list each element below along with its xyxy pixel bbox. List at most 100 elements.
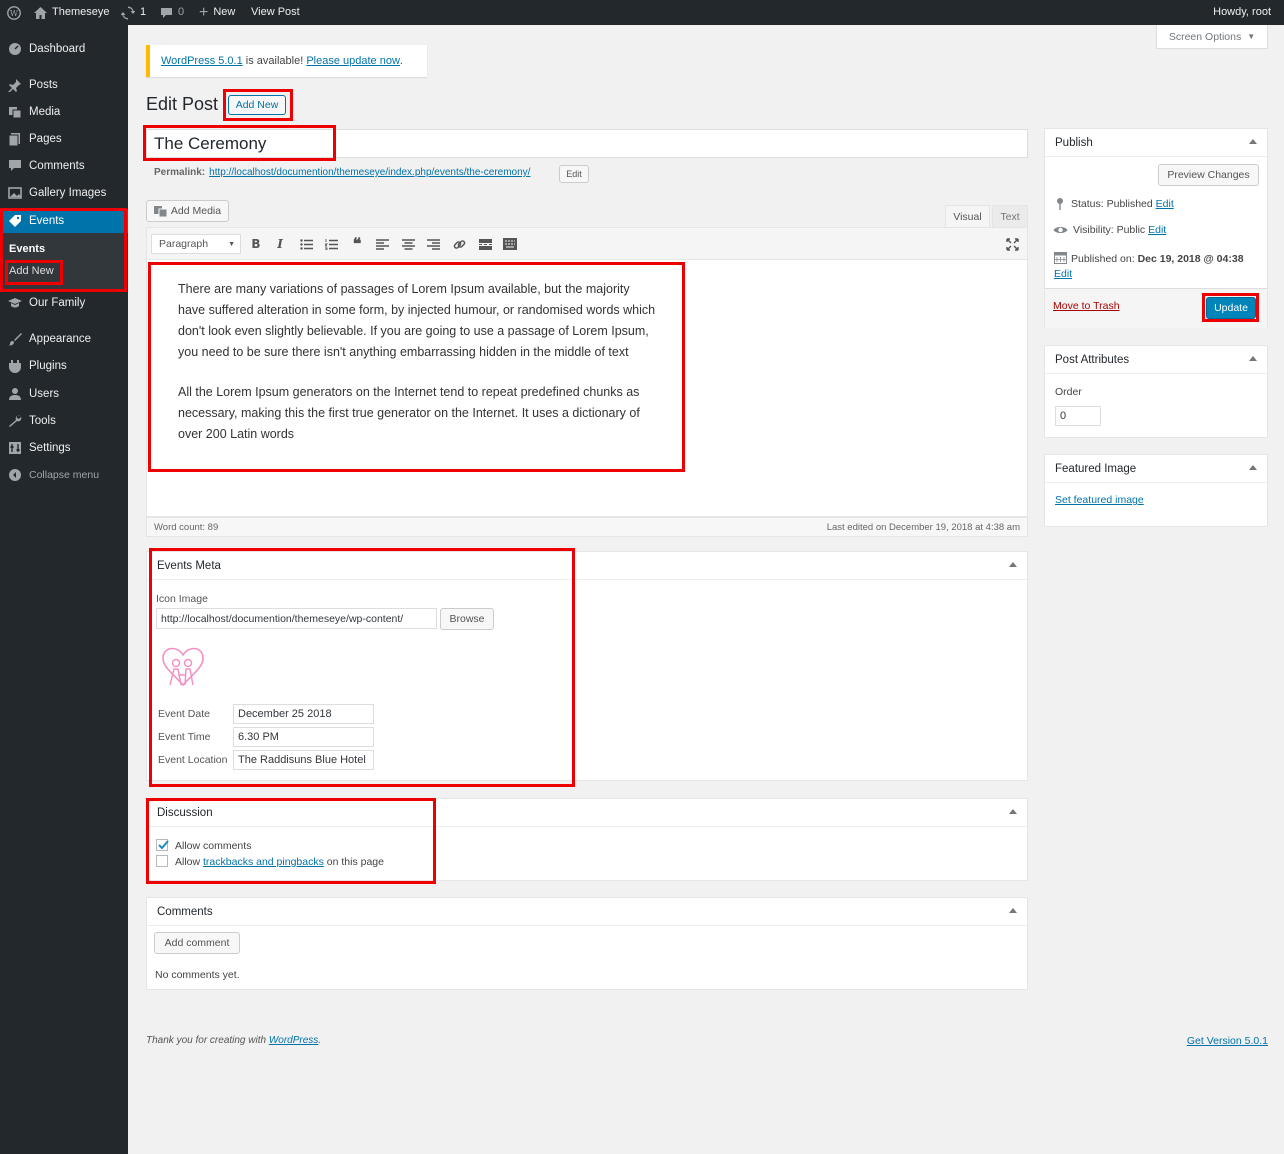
event-date-input[interactable]: December 25 2018 — [233, 704, 374, 724]
sidebar-item-tools[interactable]: Tools — [0, 409, 128, 433]
sidebar-item-label: Media — [29, 106, 61, 118]
events-meta-title: Events Meta — [157, 559, 221, 572]
set-featured-image-link[interactable]: Set featured image — [1055, 494, 1144, 506]
order-input[interactable]: 0 — [1055, 406, 1101, 426]
move-to-trash-link[interactable]: Move to Trash — [1053, 300, 1120, 312]
update-now-link[interactable]: Please update now — [306, 55, 400, 67]
bullet-list-icon[interactable] — [298, 236, 314, 252]
get-version-link[interactable]: Get Version 5.0.1 — [1187, 1035, 1268, 1047]
tab-text[interactable]: Text — [992, 205, 1028, 227]
align-center-icon[interactable] — [400, 236, 416, 252]
editor-content[interactable]: There are many variations of passages of… — [178, 279, 658, 445]
collapse-icon — [8, 468, 22, 482]
permalink-label: Permalink: — [154, 167, 206, 178]
checkmark-icon — [158, 840, 169, 850]
allow-trackbacks-checkbox[interactable] — [156, 855, 168, 867]
sidebar-item-label: Dashboard — [29, 43, 86, 55]
editor-status-bar: Word count: 89 Last edited on December 1… — [146, 517, 1028, 537]
updates-link[interactable]: 1 — [121, 0, 146, 25]
toolbar-toggle-icon[interactable] — [502, 236, 518, 252]
blockquote-icon[interactable]: ❝ — [349, 236, 365, 253]
wordpress-link[interactable]: WordPress — [269, 1035, 318, 1046]
status-edit-link[interactable]: Edit — [1156, 198, 1174, 210]
media-camera-icon — [153, 206, 167, 217]
align-left-icon[interactable] — [374, 236, 390, 252]
toggle-arrow-icon[interactable] — [1009, 562, 1017, 567]
howdy-user-link[interactable]: Howdy, root — [1213, 0, 1271, 25]
format-select[interactable]: Paragraph ▼ — [151, 234, 241, 254]
permalink-link[interactable]: http://localhost/documention/themeseye/i… — [209, 167, 530, 178]
comments-title: Comments — [157, 905, 213, 918]
sidebar-item-appearance[interactable]: Appearance — [0, 327, 128, 351]
submenu-item-events[interactable]: Events — [9, 243, 45, 255]
preview-changes-button[interactable]: Preview Changes — [1158, 164, 1259, 186]
link-icon[interactable] — [451, 236, 467, 252]
update-button[interactable]: Update — [1206, 297, 1256, 319]
published-edit-link[interactable]: Edit — [1054, 268, 1072, 280]
sidebar-item-pages[interactable]: Pages — [0, 127, 128, 151]
event-time-input[interactable]: 6.30 PM — [233, 727, 374, 747]
italic-icon[interactable]: I — [272, 236, 288, 252]
visibility-row: Visibility: Public Edit — [1053, 224, 1166, 236]
sidebar-item-users[interactable]: Users — [0, 382, 128, 406]
wordpress-logo-icon[interactable]: W — [7, 0, 21, 25]
sidebar-item-our-family[interactable]: Our Family — [0, 291, 128, 315]
wrench-icon — [8, 414, 22, 428]
version-link[interactable]: WordPress 5.0.1 — [161, 55, 243, 67]
sidebar-item-comments[interactable]: Comments — [0, 154, 128, 178]
admin-bar: W Themeseye 1 0 + New View Post Howdy, r… — [0, 0, 1284, 25]
permalink-edit-button[interactable]: Edit — [559, 165, 589, 183]
read-more-icon[interactable] — [477, 236, 493, 252]
visibility-label: Visibility: — [1073, 224, 1117, 236]
sidebar-item-settings[interactable]: Settings — [0, 436, 128, 460]
new-content-link[interactable]: + New — [199, 0, 235, 25]
site-name-link[interactable]: Themeseye — [34, 0, 109, 25]
event-location-label: Event Location — [158, 754, 228, 766]
fullscreen-icon[interactable] — [1004, 236, 1020, 252]
allow-comments-checkbox[interactable] — [156, 839, 169, 851]
align-right-icon[interactable] — [425, 236, 441, 252]
post-title-input[interactable]: The Ceremony — [146, 129, 1028, 158]
toggle-arrow-icon[interactable] — [1249, 356, 1257, 361]
caret-down-icon: ▼ — [228, 240, 235, 248]
add-media-button[interactable]: Add Media — [146, 200, 229, 222]
published-label: Published on: — [1071, 253, 1138, 265]
events-meta-header[interactable]: Events Meta — [147, 552, 1027, 580]
visibility-edit-link[interactable]: Edit — [1148, 224, 1166, 236]
browse-button[interactable]: Browse — [440, 608, 494, 630]
post-attributes-header[interactable]: Post Attributes — [1045, 346, 1267, 374]
add-new-button[interactable]: Add New — [228, 95, 286, 115]
bold-icon[interactable]: B — [248, 236, 264, 252]
toggle-arrow-icon[interactable] — [1249, 465, 1257, 470]
sidebar-item-label: Settings — [29, 442, 71, 454]
trackbacks-link[interactable]: trackbacks and pingbacks — [203, 856, 324, 868]
sidebar-item-label: Pages — [29, 133, 62, 145]
sidebar-item-events[interactable]: Events — [0, 209, 128, 233]
content-paragraph-2: All the Lorem Ipsum generators on the In… — [178, 385, 640, 441]
comments-link[interactable]: 0 — [160, 0, 184, 25]
screen-options-button[interactable]: Screen Options ▼ — [1156, 25, 1268, 49]
view-post-link[interactable]: View Post — [251, 0, 300, 25]
toggle-arrow-icon[interactable] — [1009, 908, 1017, 913]
sidebar-item-plugins[interactable]: Plugins — [0, 354, 128, 378]
submenu-item-add-new[interactable]: Add New — [9, 265, 54, 277]
settings-icon — [8, 441, 22, 455]
numbered-list-icon[interactable] — [323, 236, 339, 252]
comments-header[interactable]: Comments — [147, 898, 1027, 926]
toggle-arrow-icon[interactable] — [1009, 809, 1017, 814]
publish-header[interactable]: Publish — [1045, 129, 1267, 157]
collapse-menu-button[interactable]: Collapse menu — [0, 463, 128, 487]
discussion-header[interactable]: Discussion — [147, 799, 1027, 827]
sidebar-item-posts[interactable]: Posts — [0, 73, 128, 97]
icon-image-input[interactable]: http://localhost/documention/themeseye/w… — [156, 608, 437, 629]
featured-image-header[interactable]: Featured Image — [1045, 455, 1267, 483]
tab-visual[interactable]: Visual — [945, 205, 990, 227]
add-comment-button[interactable]: Add comment — [154, 932, 240, 954]
sidebar-item-media[interactable]: Media — [0, 100, 128, 124]
sidebar-item-gallery-images[interactable]: Gallery Images — [0, 181, 128, 205]
event-location-input[interactable]: The Raddisuns Blue Hotel — [233, 750, 374, 770]
sidebar-item-label: Plugins — [29, 360, 67, 372]
sidebar-item-dashboard[interactable]: Dashboard — [0, 37, 128, 61]
svg-text:W: W — [10, 9, 19, 18]
toggle-arrow-icon[interactable] — [1249, 139, 1257, 144]
